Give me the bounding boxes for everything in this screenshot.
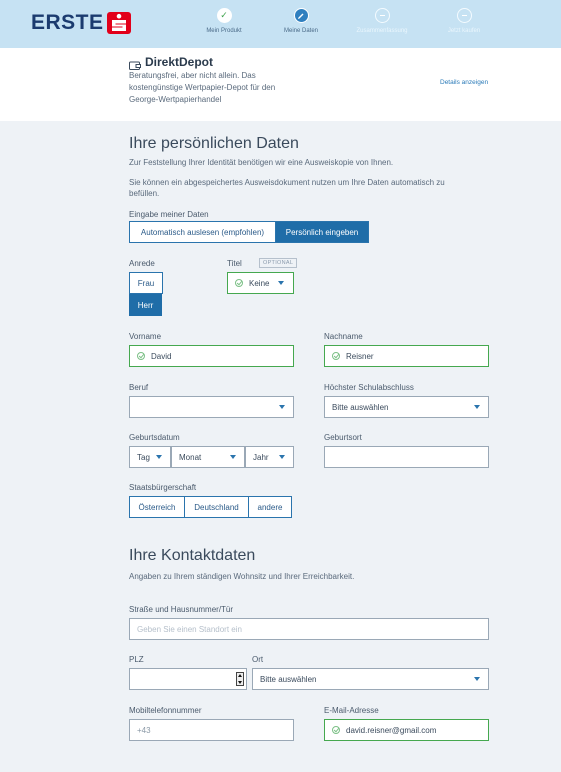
personal-data-heading: Ihre persönlichen Daten (129, 135, 299, 152)
street-label: Straße und Hausnummer/Tür (129, 605, 234, 614)
step-jetzt-kaufen: Jetzt kaufen (424, 6, 504, 34)
city-value: Bitte auswählen (260, 674, 317, 684)
birth-month-value: Monat (179, 452, 202, 462)
step-circle-icon (374, 8, 390, 23)
personal-intro-1: Zur Feststellung Ihrer Identität benötig… (129, 158, 394, 167)
contact-intro: Angaben zu Ihrem ständigen Wohnsitz und … (129, 572, 355, 581)
step-meine-daten: Meine Daten (261, 6, 341, 34)
chevron-down-icon (156, 455, 162, 459)
email-value: david.reisner@gmail.com (346, 725, 437, 735)
step-label: Mein Produkt (206, 28, 242, 34)
citizenship-label: Staatsbürgerschaft (129, 483, 197, 492)
title-select[interactable]: Keine (227, 272, 294, 294)
lastname-input[interactable]: Reisner (324, 345, 489, 367)
education-select[interactable]: Bitte auswählen (324, 396, 489, 418)
citizenship-germany-option[interactable]: Deutschland (185, 497, 249, 517)
step-label: Jetzt kaufen (447, 28, 481, 34)
birth-year-select[interactable]: Jahr (245, 446, 294, 468)
check-icon: ✓ (216, 8, 232, 23)
check-icon (332, 352, 340, 360)
step-mein-produkt[interactable]: ✓ Mein Produkt (184, 6, 264, 34)
zip-input[interactable] (129, 668, 247, 690)
chevron-down-icon (474, 405, 480, 409)
birthplace-input[interactable] (324, 446, 489, 468)
job-select[interactable] (129, 396, 294, 418)
optional-badge: OPTIONAL (259, 258, 298, 268)
product-description: Beratungsfrei, aber nicht allein. Das ko… (129, 71, 276, 104)
city-label: Ort (252, 655, 264, 664)
birthplace-label: Geburtsort (324, 433, 362, 442)
lastname-label: Nachname (324, 332, 363, 341)
birth-day-select[interactable]: Tag (129, 446, 171, 468)
chevron-down-icon (279, 455, 285, 459)
education-label: Höchster Schulabschluss (324, 383, 414, 392)
street-input[interactable]: Geben Sie einen Standort ein (129, 618, 489, 640)
lastname-value: Reisner (346, 351, 374, 361)
firstname-label: Vorname (129, 332, 162, 341)
job-label: Beruf (129, 383, 149, 392)
salutation-label: Anrede (129, 259, 155, 268)
sparkasse-s-icon (106, 12, 131, 34)
number-spinner-icon[interactable] (236, 672, 244, 686)
salutation-herr-button[interactable]: Herr (129, 294, 162, 316)
birth-day-value: Tag (137, 452, 150, 462)
progress-steps: ✓ Mein Produkt Meine Daten Zusammenfassu… (184, 6, 504, 42)
mobile-label: Mobiltelefonnummer (129, 706, 202, 715)
firstname-value: David (151, 351, 172, 361)
auto-read-option[interactable]: Automatisch auslesen (empfohlen) (130, 222, 276, 242)
birthdate-label: Geburtsdatum (129, 433, 180, 442)
mobile-value: +43 (137, 725, 151, 735)
personal-intro-2: Sie können ein abgespeichertes Ausweisdo… (129, 178, 445, 198)
logo-wordmark: ERSTE (31, 11, 104, 34)
entry-mode-label: Eingabe meiner Daten (129, 210, 209, 219)
city-select[interactable]: Bitte auswählen (252, 668, 489, 690)
zip-label: PLZ (129, 655, 144, 664)
product-summary: DirektDepot Beratungsfrei, aber nicht al… (0, 48, 561, 121)
birth-year-value: Jahr (253, 452, 269, 462)
product-name: DirektDepot (145, 55, 214, 69)
check-icon (235, 279, 243, 287)
wallet-icon (129, 57, 141, 70)
step-circle-icon (456, 8, 472, 23)
chevron-down-icon (278, 281, 284, 285)
chevron-down-icon (230, 455, 236, 459)
manual-entry-option[interactable]: Persönlich eingeben (276, 222, 368, 242)
salutation-frau-button[interactable]: Frau (129, 272, 163, 294)
chevron-down-icon (474, 677, 480, 681)
citizenship-austria-option[interactable]: Österreich (130, 497, 185, 517)
birth-month-select[interactable]: Monat (171, 446, 245, 468)
details-link[interactable]: Details anzeigen (440, 79, 488, 86)
erste-logo[interactable]: ERSTE (31, 11, 131, 35)
street-placeholder: Geben Sie einen Standort ein (137, 624, 242, 634)
title-value: Keine (249, 278, 270, 288)
firstname-input[interactable]: David (129, 345, 294, 367)
step-label: Zusammenfassung (356, 28, 408, 34)
email-input[interactable]: david.reisner@gmail.com (324, 719, 489, 741)
check-icon (332, 726, 340, 734)
contact-heading: Ihre Kontaktdaten (129, 547, 256, 564)
education-value: Bitte auswählen (332, 402, 389, 412)
step-zusammenfassung: Zusammenfassung (342, 6, 422, 34)
header-bar: ERSTE ✓ Mein Produkt Meine Daten Zusamme… (0, 0, 561, 48)
citizenship-other-option[interactable]: andere (249, 497, 291, 517)
title-label: Titel (227, 259, 242, 268)
email-label: E-Mail-Adresse (324, 706, 379, 715)
entry-mode-toggle: Automatisch auslesen (empfohlen) Persönl… (129, 221, 369, 243)
step-label: Meine Daten (283, 28, 319, 34)
mobile-input[interactable]: +43 (129, 719, 294, 741)
chevron-down-icon (279, 405, 285, 409)
check-icon (137, 352, 145, 360)
pencil-icon (293, 8, 309, 23)
citizenship-toggle: Österreich Deutschland andere (129, 496, 292, 518)
